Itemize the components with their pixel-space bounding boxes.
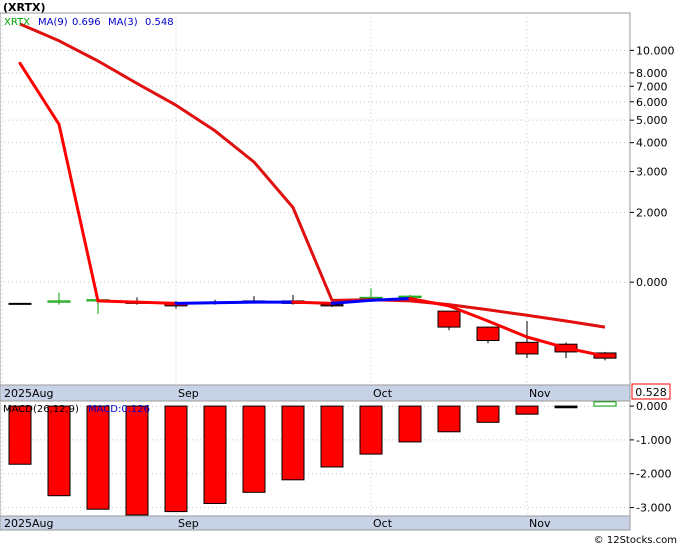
macd-bar: [398, 405, 422, 443]
macd-date-label: Nov: [529, 517, 551, 530]
macd-label: MACD(26,12,9): [3, 404, 79, 415]
macd-bar: [554, 405, 578, 409]
price-date-label: Oct: [373, 387, 393, 400]
macd-date-label: Oct: [373, 517, 393, 530]
ma3-segment: [174, 301, 217, 305]
price-date-label: Nov: [529, 387, 551, 400]
macd-y-tick-label: -3.000: [636, 502, 671, 515]
last-price-tag: 0.528: [631, 383, 671, 400]
macd-panel: 2025Aug Sep Oct Nov 0.000 -1.000 -2.000 -3.000…: [0, 400, 671, 531]
macd-value-label: MACD:0.126: [88, 404, 150, 415]
ma3-segment: [213, 300, 256, 305]
ticker-legend: XRTX: [4, 17, 30, 28]
price-date-label: Sep: [178, 387, 199, 400]
candle-body: [437, 310, 461, 328]
symbol-label: (XRTX): [3, 1, 46, 14]
macd-bar: [281, 405, 305, 481]
price-y-tick-label: 2.000: [636, 206, 668, 219]
macd-date-label: 2025Aug: [4, 517, 53, 530]
ma3-segment: [96, 299, 139, 304]
ma3-segment: [369, 297, 412, 302]
macd-date-label: Sep: [178, 517, 199, 530]
price-y-tick-label: 4.000: [636, 137, 668, 150]
price-y-tick-label: 10.000: [636, 44, 675, 57]
price-date-label: 2025Aug: [4, 387, 53, 400]
ma3-segment: [135, 300, 178, 305]
price-y-tick-label: 5.000: [636, 114, 668, 127]
macd-bar: [164, 405, 188, 513]
candle-body: [476, 326, 500, 342]
macd-bar: [593, 401, 617, 407]
ma9-value: 0.696: [72, 17, 101, 28]
candle-body: [515, 341, 539, 355]
macd-bar: [86, 405, 110, 510]
macd-bar: [437, 405, 461, 433]
watermark: © 12Stocks.com: [594, 535, 677, 546]
ma3-label: MA(3): [108, 17, 138, 28]
price-y-tick-label: 0.000: [636, 276, 668, 289]
macd-y-tick-label: -2.000: [636, 468, 671, 481]
macd-y-tick-label: 0.000: [636, 400, 668, 413]
price-y-tick-label: 8.000: [636, 67, 668, 80]
macd-bar: [476, 405, 500, 423]
macd-bar: [47, 405, 71, 497]
price-y-tick-label: 6.000: [636, 96, 668, 109]
candle-body: [47, 300, 71, 303]
ma9-label: MA(9): [38, 17, 68, 28]
macd-y-tick-label: -1.000: [636, 434, 671, 447]
macd-bar: [125, 405, 149, 516]
price-y-tick-label: 7.000: [636, 80, 668, 93]
ma3-value: 0.548: [145, 17, 174, 28]
macd-bar: [242, 405, 266, 493]
macd-bar: [515, 405, 539, 415]
price-panel-frame: [0, 12, 631, 386]
candle-body: [8, 302, 32, 305]
macd-bar: [203, 405, 227, 504]
macd-bar: [359, 405, 383, 455]
price-panel: 2025Aug Sep Oct Nov 10.000 8.0007.000 6.000 5.…: [0, 12, 675, 402]
macd-bar: [320, 405, 344, 468]
ma3-segment: [291, 300, 334, 305]
stock-chart: 2025Aug Sep Oct Nov 10.000 8.0007.000 6.000 5.…: [0, 0, 680, 546]
last-price-label: 0.528: [635, 386, 667, 399]
price-y-tick-label: 3.000: [636, 166, 668, 179]
